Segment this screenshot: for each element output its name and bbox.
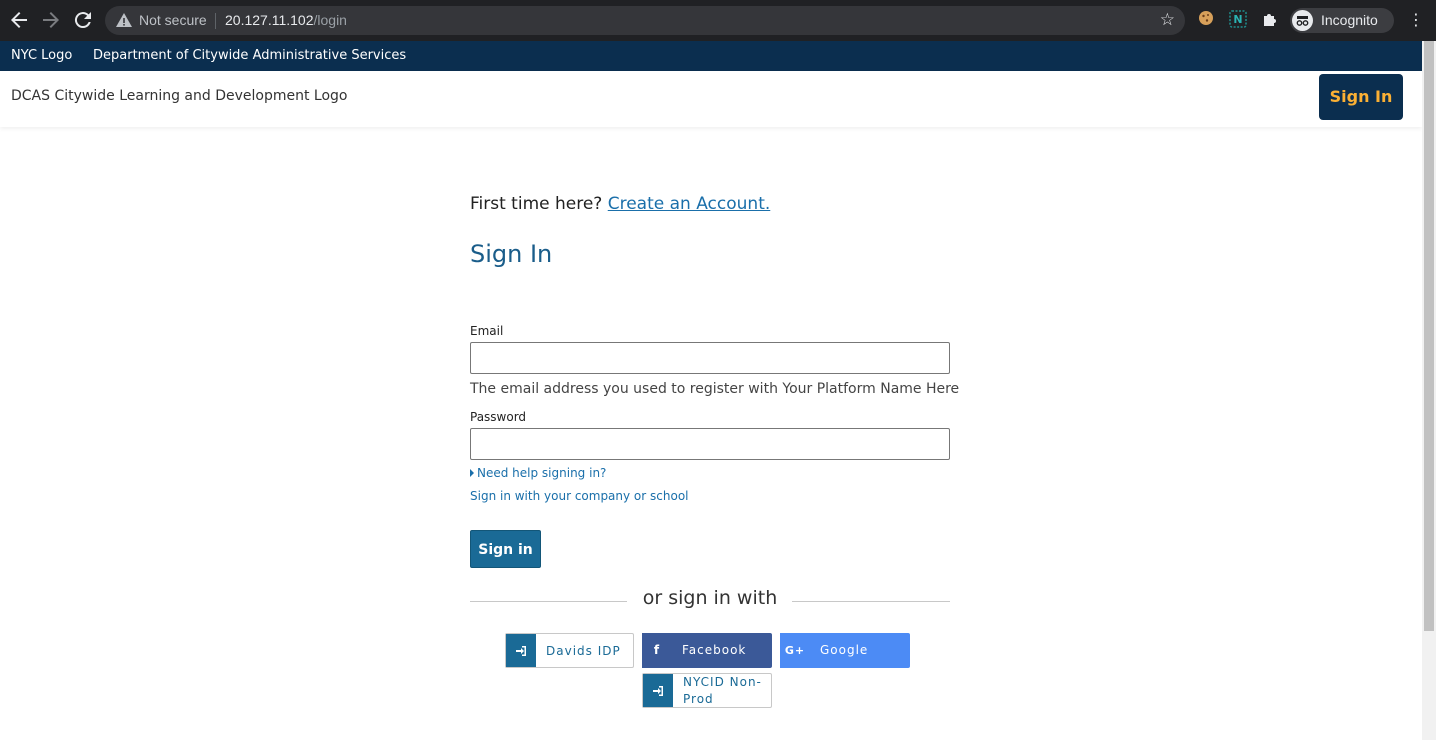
warning-icon[interactable]: [115, 11, 133, 29]
nycid-non-prod-button[interactable]: NYCID Non-Prod: [642, 673, 772, 708]
profile-label: Incognito: [1321, 12, 1378, 28]
url-host: 20.127.11.102: [225, 12, 314, 28]
extensions-puzzle-icon[interactable]: [1260, 10, 1280, 30]
company-sign-in-link[interactable]: Sign in with your company or school: [470, 489, 689, 503]
browser-menu-icon[interactable]: ⋮: [1408, 10, 1424, 30]
social-label: Google: [820, 643, 869, 657]
google-plus-icon: G+: [780, 633, 810, 668]
sign-in-button[interactable]: Sign in: [470, 530, 541, 568]
incognito-profile-button[interactable]: Incognito: [1290, 8, 1394, 33]
agency-title: Department of Citywide Administrative Se…: [93, 48, 407, 63]
n-extension-icon[interactable]: N: [1228, 10, 1248, 30]
page-scrollbar[interactable]: [1422, 41, 1436, 740]
need-help-label: Need help signing in?: [477, 466, 607, 480]
create-account-link[interactable]: Create an Account.: [608, 194, 771, 214]
incognito-icon: [1292, 10, 1313, 31]
url-text[interactable]: 20.127.11.102/login: [225, 12, 347, 28]
social-label: Facebook: [682, 643, 747, 657]
browser-toolbar: Not secure 20.127.11.102/login ☆ N Incog…: [0, 0, 1436, 41]
back-icon[interactable]: [7, 8, 31, 32]
social-label: Davids IDP: [546, 644, 621, 658]
bookmark-star-icon[interactable]: ☆: [1160, 10, 1175, 30]
nyc-logo[interactable]: NYC Logo: [11, 48, 72, 63]
password-label: Password: [470, 410, 527, 424]
site-header: DCAS Citywide Learning and Development L…: [0, 71, 1422, 127]
first-time-label: First time here?: [470, 194, 603, 214]
sign-in-icon: [506, 634, 536, 667]
need-help-link[interactable]: Need help signing in?: [470, 466, 606, 480]
email-field[interactable]: [470, 342, 950, 374]
facebook-icon: f: [642, 633, 672, 668]
password-field[interactable]: [470, 428, 950, 460]
gov-bar: NYC Logo Department of Citywide Administ…: [0, 41, 1422, 71]
google-button[interactable]: G+ Google: [780, 633, 910, 668]
email-label: Email: [470, 324, 504, 338]
or-sign-in-with-text: or sign in with: [642, 587, 778, 609]
facebook-button[interactable]: f Facebook: [642, 633, 772, 668]
reload-icon[interactable]: [71, 8, 95, 32]
page-title: Sign In: [470, 240, 553, 268]
site-logo[interactable]: DCAS Citywide Learning and Development L…: [11, 88, 348, 104]
email-help-text: The email address you used to register w…: [470, 381, 960, 397]
address-separator: [215, 13, 216, 29]
web-page: NYC Logo Department of Citywide Administ…: [0, 41, 1422, 740]
forward-icon[interactable]: [39, 8, 63, 32]
url-path: /login: [313, 12, 347, 28]
svg-text:N: N: [1233, 13, 1242, 26]
header-sign-in-button[interactable]: Sign In: [1319, 74, 1403, 120]
address-bar[interactable]: Not secure 20.127.11.102/login ☆: [105, 6, 1185, 35]
davids-idp-button[interactable]: Davids IDP: [505, 633, 634, 668]
caret-right-icon: [470, 469, 474, 477]
first-time-text: First time here? Create an Account.: [470, 194, 770, 214]
security-label: Not secure: [139, 12, 207, 28]
social-label: NYCID Non-Prod: [683, 675, 762, 706]
scrollbar-thumb[interactable]: [1424, 41, 1434, 631]
cookie-extension-icon[interactable]: [1196, 10, 1216, 30]
sign-in-icon: [643, 674, 673, 707]
